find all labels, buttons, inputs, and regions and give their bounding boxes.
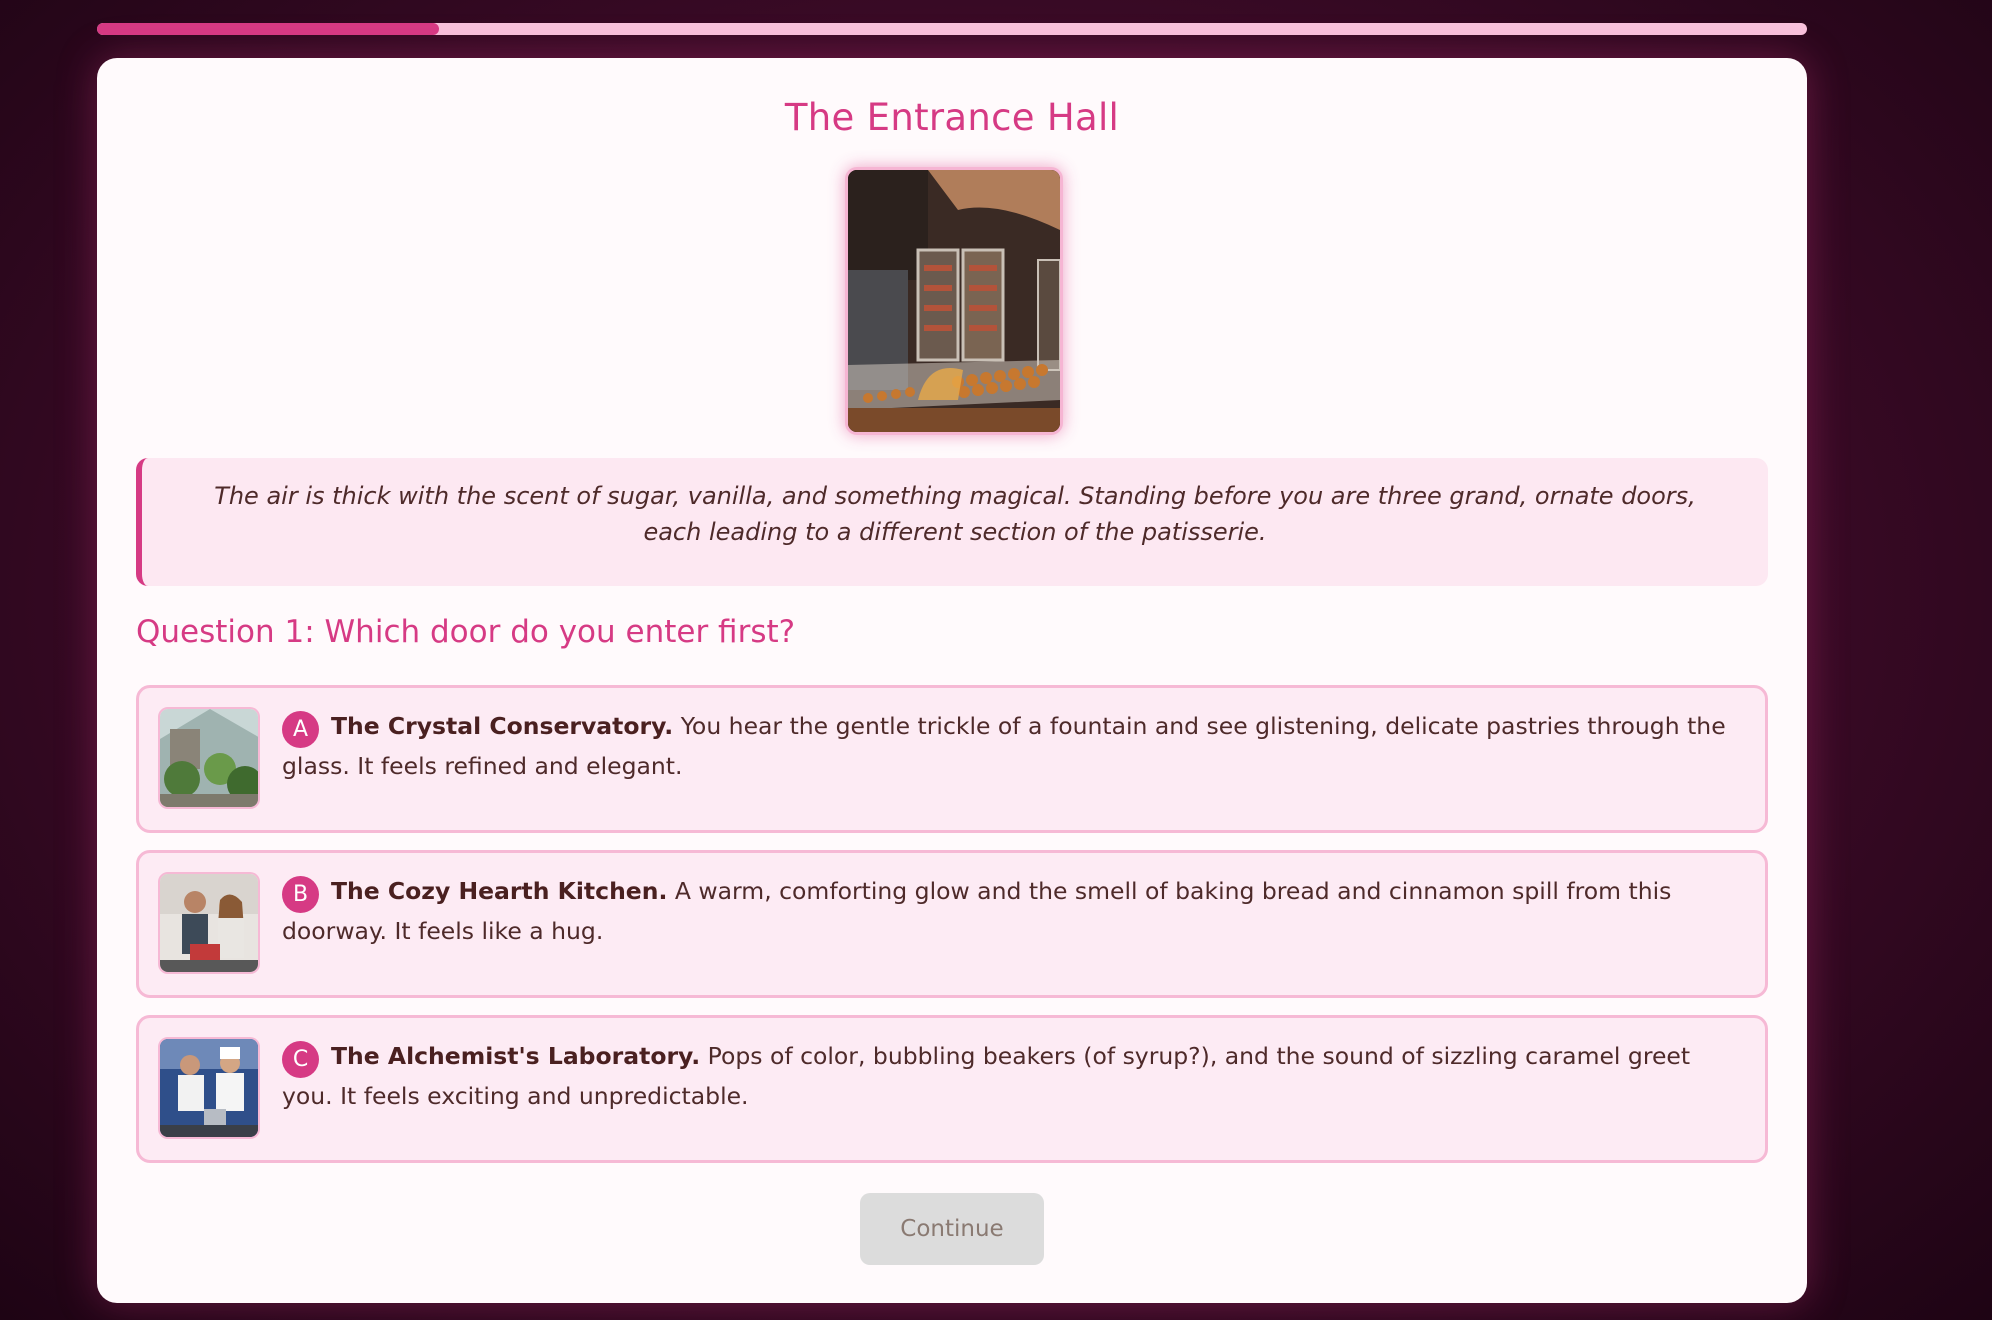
- option-a-thumbnail: [158, 707, 260, 809]
- option-b-title: The Cozy Hearth Kitchen.: [331, 877, 668, 905]
- option-a-card[interactable]: A The Crystal Conservatory. You hear the …: [136, 685, 1768, 833]
- option-a-letter-badge: A: [282, 711, 319, 748]
- question-text: Question 1: Which door do you enter firs…: [136, 614, 796, 650]
- option-c-title: The Alchemist's Laboratory.: [331, 1042, 701, 1070]
- quiz-progress-bar: [97, 23, 1807, 35]
- chefs-lab-photo: [160, 1039, 258, 1137]
- option-a-text: A The Crystal Conservatory. You hear the …: [282, 708, 1745, 784]
- option-c-text: C The Alchemist's Laboratory. Pops of col…: [282, 1038, 1745, 1114]
- option-b-card[interactable]: B The Cozy Hearth Kitchen. A warm, comfor…: [136, 850, 1768, 998]
- quiz-card: The Entrance Hall The air is thick with …: [97, 58, 1807, 1303]
- patisserie-display-image: [845, 167, 1063, 435]
- option-b-thumbnail: [158, 872, 260, 974]
- option-c-card[interactable]: C The Alchemist's Laboratory. Pops of col…: [136, 1015, 1768, 1163]
- patisserie-display-photo: [848, 170, 1060, 432]
- option-c-letter-badge: C: [282, 1041, 319, 1078]
- option-b-text: B The Cozy Hearth Kitchen. A warm, comfor…: [282, 873, 1745, 949]
- option-b-letter-badge: B: [282, 876, 319, 913]
- scene-narration: The air is thick with the scent of sugar…: [136, 458, 1768, 586]
- kitchen-couple-photo: [160, 874, 258, 972]
- continue-button[interactable]: Continue: [860, 1193, 1044, 1265]
- quiz-progress-fill: [97, 23, 439, 35]
- option-c-thumbnail: [158, 1037, 260, 1139]
- conservatory-photo: [160, 709, 258, 807]
- option-a-title: The Crystal Conservatory.: [331, 712, 674, 740]
- scene-title: The Entrance Hall: [784, 96, 1120, 139]
